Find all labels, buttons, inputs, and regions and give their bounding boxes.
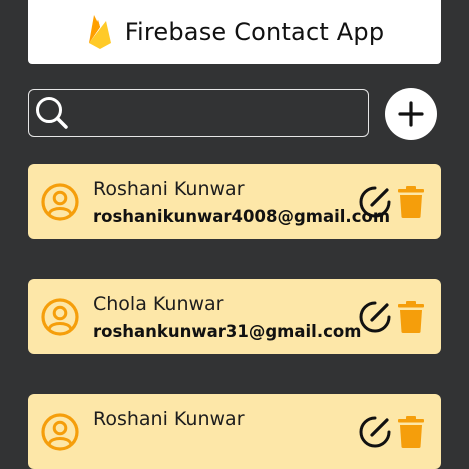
app-header: Firebase Contact App [28, 0, 441, 64]
add-contact-button[interactable] [385, 88, 437, 140]
edit-icon[interactable] [358, 415, 392, 449]
firebase-logo [88, 15, 111, 49]
search-icon [36, 97, 68, 129]
contact-name: Roshani Kunwar [93, 408, 245, 430]
search-bar[interactable] [28, 89, 369, 137]
user-circle-icon [41, 413, 79, 451]
trash-icon[interactable] [398, 301, 424, 333]
edit-icon[interactable] [358, 185, 392, 219]
contact-card[interactable]: Roshani Kunwar [28, 394, 441, 469]
contact-name: Chola Kunwar [93, 293, 224, 315]
user-circle-icon [41, 183, 79, 221]
search-input[interactable] [69, 89, 368, 137]
app-title: Firebase Contact App [124, 18, 385, 46]
plus-icon [398, 101, 424, 127]
user-circle-icon [41, 298, 79, 336]
trash-icon[interactable] [398, 416, 424, 448]
contact-name: Roshani Kunwar [93, 178, 245, 200]
contact-email: roshankunwar31@gmail.com [93, 322, 362, 341]
contact-email: roshanikunwar4008@gmail.com [93, 207, 391, 226]
trash-icon[interactable] [398, 186, 424, 218]
contact-card[interactable]: Roshani Kunwar roshanikunwar4008@gmail.c… [28, 164, 441, 239]
edit-icon[interactable] [358, 300, 392, 334]
contact-card[interactable]: Chola Kunwar roshankunwar31@gmail.com [28, 279, 441, 354]
